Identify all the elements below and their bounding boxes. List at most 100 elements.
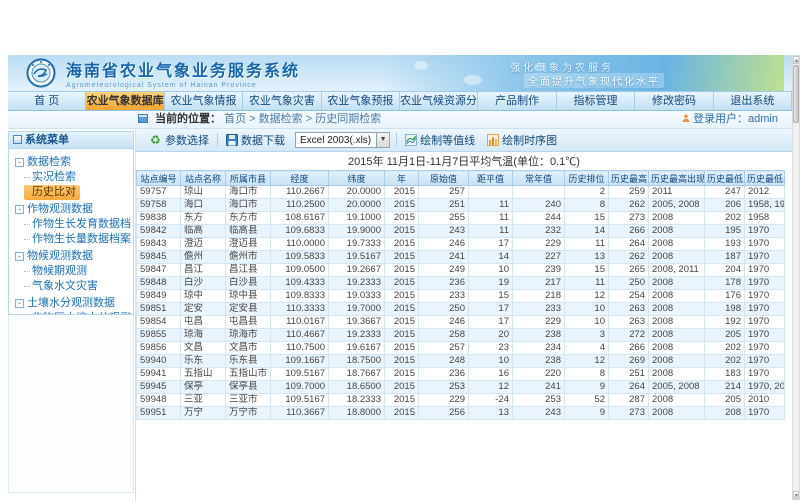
tree-item-3-2[interactable]: 气象水文灾害 xyxy=(24,279,131,294)
collapse-icon[interactable]: - xyxy=(15,299,24,308)
scroll-up-arrow[interactable]: ▲ xyxy=(793,56,799,64)
column-header-4[interactable]: 经度 xyxy=(271,171,329,186)
cell: 251 xyxy=(419,199,469,212)
cell: 10 xyxy=(469,264,513,277)
nav-item-2[interactable]: 农业气象数据库 xyxy=(86,92,164,110)
column-header-6[interactable]: 年 xyxy=(385,171,419,186)
cell: 248 xyxy=(513,420,565,421)
breadcrumb[interactable]: 首页 > 数据检索 > 历史同期检索 xyxy=(224,113,381,125)
cell: 108.6167 xyxy=(271,212,329,225)
nav-item-10[interactable]: 退出系统 xyxy=(714,92,792,110)
cell: 13 xyxy=(565,251,609,264)
collapse-icon[interactable]: - xyxy=(15,252,24,261)
collapse-icon[interactable]: - xyxy=(15,205,24,214)
table-row-3[interactable]: 59838东方东方市108.616719.1000201525511244152… xyxy=(137,212,785,225)
tree-group-label[interactable]: -作物观测数据 xyxy=(15,202,131,217)
cell: 18.6500 xyxy=(329,381,385,394)
table-row-13[interactable]: 59856文昌文昌市110.750019.6167201525723234426… xyxy=(137,342,785,355)
column-header-2[interactable]: 站点名称 xyxy=(181,171,226,186)
table-row-7[interactable]: 59847昌江昌江县109.050019.2667201524910239152… xyxy=(137,264,785,277)
column-header-7[interactable]: 原始值 xyxy=(419,171,469,186)
table-row-15[interactable]: 59941五指山五指山市109.516718.76672015236162208… xyxy=(137,368,785,381)
table-row-10[interactable]: 59851定安定安县110.333319.7000201525017233102… xyxy=(137,303,785,316)
dropdown-arrow-icon[interactable]: ▼ xyxy=(376,133,389,147)
tree-group-4: -土壤水分观测数据作物区土壤水分观测土壤水文物理特性 xyxy=(15,296,131,315)
tree-item-1-2[interactable]: 历史比对 xyxy=(24,185,80,200)
tree-item-3-1[interactable]: 物候期观测 xyxy=(24,264,131,279)
cloud-decoration xyxy=(414,61,428,70)
column-header-13[interactable]: 历史最低 xyxy=(705,171,745,186)
scroll-down-arrow[interactable]: ▼ xyxy=(793,491,799,499)
nav-item-5[interactable]: 农业气象预报 xyxy=(322,92,400,110)
param-select-label: 参数选择 xyxy=(165,132,209,148)
tree-group-label[interactable]: -数据检索 xyxy=(15,155,131,170)
cell: 195 xyxy=(705,225,745,238)
column-header-9[interactable]: 常年值 xyxy=(513,171,565,186)
cell: 2015 xyxy=(385,355,419,368)
cell: 17 xyxy=(469,238,513,251)
vertical-scrollbar[interactable]: ▲ ▼ xyxy=(792,55,800,500)
cell: 202 xyxy=(705,355,745,368)
cell: 109.1667 xyxy=(271,355,329,368)
cell: 229 xyxy=(513,238,565,251)
cell: 205 xyxy=(705,394,745,407)
tree-item-1-1[interactable]: 实况检索 xyxy=(24,170,131,185)
tree-item-2-2[interactable]: 作物生长量数据档案 xyxy=(24,232,131,247)
nav-item-1[interactable]: 首 页 xyxy=(8,92,86,110)
tree-item-2-1[interactable]: 作物生长发育数据档案 xyxy=(24,217,131,232)
cell: 59757 xyxy=(137,186,181,199)
login-user: 登录用户：admin xyxy=(693,113,778,125)
draw-timeseries-button[interactable]: 绘制时序图 xyxy=(481,131,563,150)
column-header-11[interactable]: 历史最高 xyxy=(609,171,649,186)
table-row-6[interactable]: 59845儋州儋州市109.583319.5167201524114227132… xyxy=(137,251,785,264)
table-row-17[interactable]: 59948三亚三亚市109.516718.23332015229-2425352… xyxy=(137,394,785,407)
scrollbar-thumb[interactable] xyxy=(793,65,799,123)
cell: 陵水县 xyxy=(226,420,271,421)
format-select[interactable]: Excel 2003(.xls) ▼ xyxy=(295,132,390,148)
cell: 273 xyxy=(609,407,649,420)
cell: 2008 xyxy=(649,407,705,420)
cell: 白沙 xyxy=(181,277,226,290)
table-row-12[interactable]: 59855琼海琼海市110.466719.2333201525820238327… xyxy=(137,329,785,342)
collapse-icon[interactable]: - xyxy=(15,158,24,167)
cell: 110.3667 xyxy=(271,407,329,420)
cell: 59941 xyxy=(137,368,181,381)
tree-group-label[interactable]: -物候观测数据 xyxy=(15,249,131,264)
table-row-8[interactable]: 59848白沙白沙县109.433319.2333201523619217112… xyxy=(137,277,785,290)
data-download-button[interactable]: 数据下载 xyxy=(220,131,291,150)
nav-item-4[interactable]: 农业气象灾害 xyxy=(243,92,321,110)
draw-contour-button[interactable]: 绘制等值线 xyxy=(399,131,481,150)
cell: 229 xyxy=(513,316,565,329)
table-row-4[interactable]: 59842临高临高县109.683319.9000201524311232142… xyxy=(137,225,785,238)
table-row-14[interactable]: 59940乐东乐东县109.166718.7500201524810238122… xyxy=(137,355,785,368)
param-select-button[interactable]: ♻ 参数选择 xyxy=(144,131,215,150)
nav-item-8[interactable]: 指标管理 xyxy=(557,92,635,110)
cell: -24 xyxy=(469,394,513,407)
cell: 109.4333 xyxy=(271,277,329,290)
table-row-19[interactable]: 59954陵水陵水县110.033318.5000201525810248112… xyxy=(137,420,785,421)
nav-item-6[interactable]: 农业气候资源分析 xyxy=(400,92,478,110)
table-row-2[interactable]: 59758海口海口市110.250020.0000201525111240826… xyxy=(137,199,785,212)
table-row-5[interactable]: 59843澄迈澄迈县110.000019.7333201524617229112… xyxy=(137,238,785,251)
table-row-1[interactable]: 59757琼山海口市110.266720.0000201525722592011… xyxy=(137,186,785,199)
column-header-14[interactable]: 历史最低出现的年份 xyxy=(745,171,785,186)
menu-icon xyxy=(13,135,22,144)
cell: 2011 xyxy=(649,186,705,199)
cell: 东方 xyxy=(181,212,226,225)
tree-group-label[interactable]: -土壤水分观测数据 xyxy=(15,296,131,311)
cell: 19.1000 xyxy=(329,212,385,225)
column-header-12[interactable]: 历史最高出现的年份 xyxy=(649,171,705,186)
table-row-16[interactable]: 59945保亭保亭县109.700018.6500201525312241926… xyxy=(137,381,785,394)
table-row-11[interactable]: 59854屯昌屯昌县110.016719.3667201524617229102… xyxy=(137,316,785,329)
column-header-1[interactable]: 站点编号 xyxy=(137,171,181,186)
column-header-3[interactable]: 所属市县 xyxy=(226,171,271,186)
nav-item-9[interactable]: 修改密码 xyxy=(635,92,713,110)
table-row-18[interactable]: 59951万宁万宁市110.366718.8000201525613243927… xyxy=(137,407,785,420)
table-row-9[interactable]: 59849琼中琼中县109.833319.0333201523315218122… xyxy=(137,290,785,303)
column-header-8[interactable]: 距平值 xyxy=(469,171,513,186)
nav-item-3[interactable]: 农业气象情报 xyxy=(165,92,243,110)
cell: 262 xyxy=(609,199,649,212)
column-header-10[interactable]: 历史排位 xyxy=(565,171,609,186)
nav-item-7[interactable]: 产品制作 xyxy=(478,92,556,110)
column-header-5[interactable]: 纬度 xyxy=(329,171,385,186)
